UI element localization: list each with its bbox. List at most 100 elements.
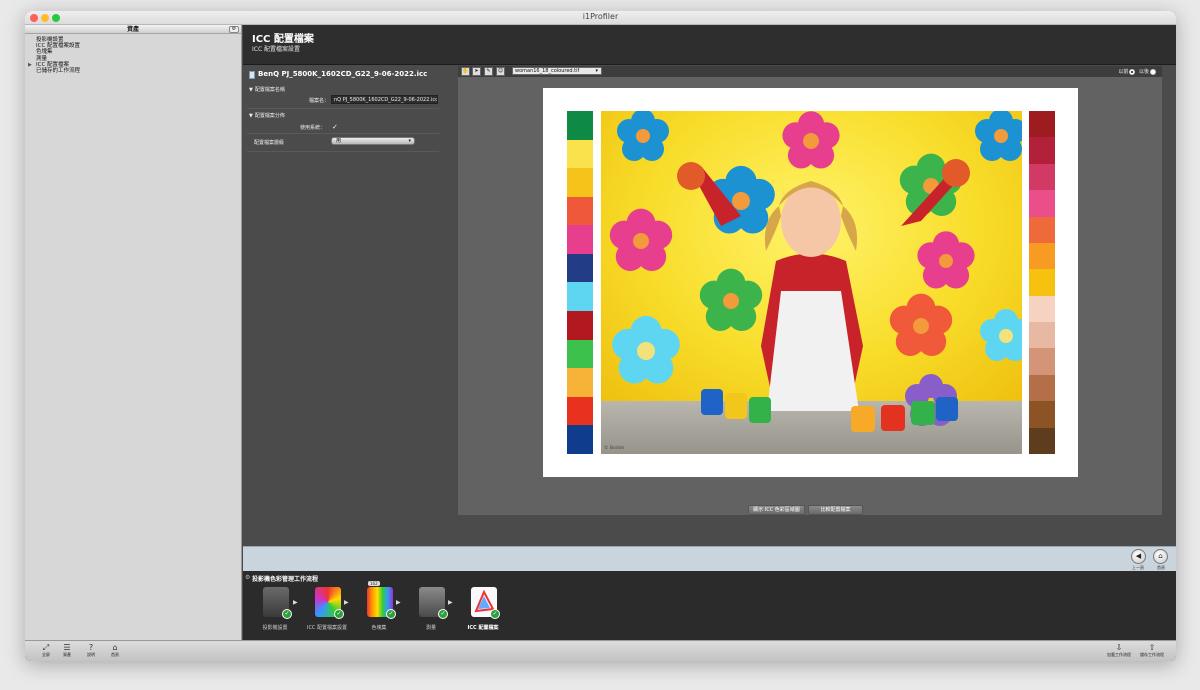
fullscreen-button[interactable]: ⤢ 全屏 — [35, 643, 57, 658]
home-button[interactable]: ⌂ — [1153, 549, 1168, 564]
preview-toolbar: ✋ ➤ ✎ ☺ woman16_18_coloured.tif ▾ 以前 以後 — [458, 66, 1162, 77]
divider — [247, 133, 439, 134]
load-workflow-button[interactable]: ⇩ 加載工作流程 — [1105, 643, 1133, 658]
photo-illustration — [609, 111, 1022, 432]
file-name-input[interactable]: nQ PJ_5800K_1602CD_G22_9-06-2022.icc — [331, 95, 438, 104]
file-name-label: 檔案名： — [309, 98, 330, 104]
color-patch — [1029, 401, 1055, 428]
step-icc-profile-settings[interactable]: ✓ ICC 配置檔案設置 — [299, 587, 355, 639]
color-patch — [1029, 163, 1055, 191]
page-title: ICC 配置檔案 — [252, 34, 314, 45]
help-icon: ? — [88, 643, 94, 652]
image-preview-panel: ✋ ➤ ✎ ☺ woman16_18_coloured.tif ▾ 以前 以後 — [458, 66, 1162, 515]
fullscreen-icon: ⤢ — [42, 643, 50, 652]
section-profile-name[interactable]: ▼ 配置檔案名稱 — [249, 86, 285, 93]
profile-level-select[interactable]: 用 ▾ — [331, 137, 415, 145]
sidebar-title: 資產 — [126, 26, 139, 33]
title-bar: i1Profiler — [25, 11, 1176, 25]
section-profile-distribution[interactable]: ▼ 配置檔案分佈 — [249, 112, 285, 119]
color-patch — [567, 196, 593, 226]
color-patch — [1029, 269, 1055, 296]
hand-tool-icon[interactable]: ✋ — [461, 67, 470, 76]
checkmark-icon: ✓ — [490, 609, 500, 619]
photo-credit: © Bodim — [604, 446, 625, 451]
color-patch — [1029, 137, 1055, 164]
color-patch — [567, 368, 593, 397]
profile-file-name: BenQ PJ_5800K_1602CD_G22_9-06-2022.icc — [258, 70, 428, 78]
divider — [247, 108, 439, 109]
workflow-gear-icon[interactable]: ⚙ — [245, 574, 250, 581]
step-icc-profile[interactable]: ✓ ICC 配置檔案 — [455, 587, 511, 639]
color-patch — [1029, 348, 1055, 375]
eyedropper-tool-icon[interactable]: ✎ — [484, 67, 493, 76]
sidebar-list: 投影機設置 ICC 配置檔案設置 色塊集 測量 ▶ ICC 配置檔案 已儲存的工作… — [25, 34, 241, 74]
chevron-down-icon: ▾ — [595, 68, 598, 74]
color-patch — [567, 339, 593, 369]
color-patch — [567, 111, 593, 140]
bottom-toolbar: ⤢ 全屏 ☰ 資產 ? 說明 ⌂ 首頁 ⇩ 加載工作流程 ⇧ 儲存工作流程 — [25, 640, 1176, 661]
use-system-checkbox[interactable]: ✓ — [332, 123, 338, 131]
chevron-down-icon: ▾ — [408, 138, 411, 144]
page-subtitle: ICC 配置檔案設置 — [252, 46, 301, 53]
step-patch-set[interactable]: 162 ✓ 色塊集 — [351, 581, 407, 639]
person-image-icon[interactable]: ☺ — [496, 67, 505, 76]
patch-count-badge: 162 — [368, 581, 380, 586]
color-patch — [567, 282, 593, 312]
save-workflow-button[interactable]: ⇧ 儲存工作流程 — [1138, 643, 1166, 658]
step-arrow-icon: ▶ — [344, 599, 349, 606]
before-after-radios: 以前 以後 — [1118, 68, 1158, 75]
navigation-bar: ◀ 上一頁 ⌂ 首頁 — [243, 546, 1176, 571]
save-workflow-icon: ⇧ — [1148, 643, 1156, 652]
color-patch — [1029, 111, 1055, 138]
checkmark-icon: ✓ — [386, 609, 396, 619]
checkmark-icon: ✓ — [334, 609, 344, 619]
step-arrow-icon: ▶ — [448, 599, 453, 606]
color-patch — [567, 139, 593, 169]
step-measurement[interactable]: ✓ 測量 — [403, 587, 459, 639]
use-system-label: 使用系統： — [300, 125, 326, 131]
sidebar-options-button[interactable]: ⚙ — [229, 26, 239, 33]
left-color-strip — [567, 111, 593, 454]
assets-sidebar: 資產 ⚙ 投影機設置 ICC 配置檔案設置 色塊集 測量 ▶ ICC 配置檔案 已… — [25, 25, 242, 640]
color-patch — [1029, 242, 1055, 270]
help-button[interactable]: ? 說明 — [80, 643, 102, 658]
window-title: i1Profiler — [582, 12, 619, 21]
load-workflow-icon: ⇩ — [1115, 643, 1123, 652]
sidebar-header: 資產 ⚙ — [25, 25, 241, 34]
compare-profiles-button[interactable]: 比較配置檔案 — [808, 505, 863, 515]
step-projector-setup[interactable]: ✓ 投影機設置 — [247, 587, 303, 639]
disclosure-triangle-icon: ▼ — [249, 87, 253, 93]
back-arrow-icon: ◀ — [1135, 552, 1142, 560]
color-patch — [567, 168, 593, 197]
color-patch — [1029, 295, 1055, 322]
color-patch — [1029, 216, 1055, 243]
image-select[interactable]: woman16_18_coloured.tif ▾ — [512, 67, 602, 75]
back-button[interactable]: ◀ — [1131, 549, 1146, 564]
color-patch — [1029, 427, 1055, 454]
app-window: i1Profiler 資產 ⚙ 投影機設置 ICC 配置檔案設置 色塊集 測量 … — [25, 11, 1176, 661]
color-patch — [567, 425, 593, 454]
workflow-title: 投影機色彩管理工作流程 — [252, 576, 319, 583]
color-patch — [567, 225, 593, 254]
pointer-tool-icon[interactable]: ➤ — [472, 67, 481, 76]
show-gamut-button[interactable]: 顯示 ICC 色彩區域圖 — [748, 505, 805, 515]
radio-after[interactable] — [1150, 68, 1156, 75]
assets-button[interactable]: ☰ 資產 — [56, 643, 78, 658]
list-icon: ☰ — [63, 643, 71, 652]
disclosure-triangle-icon: ▼ — [249, 113, 253, 119]
step-arrow-icon: ▶ — [293, 599, 298, 606]
profile-level-label: 配置檔案層級 — [254, 140, 285, 146]
checkmark-icon: ✓ — [282, 609, 292, 619]
radio-before[interactable] — [1129, 68, 1136, 75]
preview-paper: © Bodim — [543, 88, 1078, 477]
page-header: ICC 配置檔案 ICC 配置檔案設置 — [243, 25, 1176, 65]
sample-photo: © Bodim — [601, 111, 1022, 454]
checkmark-icon: ✓ — [438, 609, 448, 619]
home-bottom-button[interactable]: ⌂ 首頁 — [104, 643, 126, 658]
step-arrow-icon: ▶ — [396, 599, 401, 606]
right-color-strip — [1029, 111, 1055, 454]
current-item-arrow-icon: ▶ — [28, 61, 32, 68]
sidebar-item-saved-workflows[interactable]: 已儲存的工作流程 — [36, 68, 241, 74]
home-icon: ⌂ — [112, 643, 118, 652]
profile-settings-panel: BenQ PJ_5800K_1602CD_G22_9-06-2022.icc ▼… — [243, 66, 443, 546]
